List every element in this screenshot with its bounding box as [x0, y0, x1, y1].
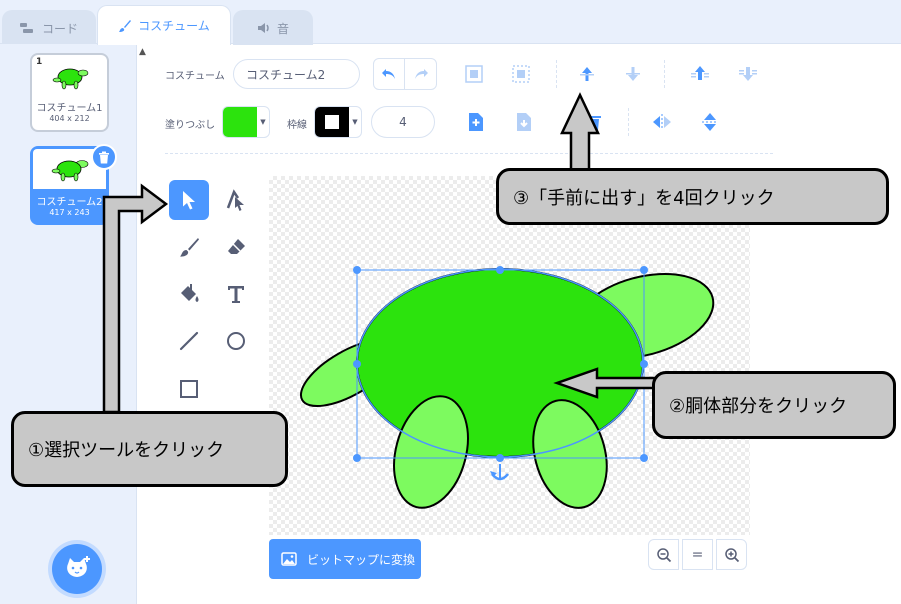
annotation-arrows: [102, 92, 659, 414]
arrow-to-body: [553, 367, 659, 399]
callout-step-3: ③「手前に出す」を4回クリック: [496, 168, 889, 225]
callout-step-1: ①選択ツールをクリック: [11, 411, 288, 487]
arrow-to-select-tool: [102, 183, 169, 414]
tab-costumes[interactable]: コスチューム: [97, 5, 231, 45]
arrow-to-forward-button: [560, 92, 600, 172]
paint-editor-screen: コード コスチューム 音 ▲ 1 コスチューム1 404 x 212 2 コスチ…: [0, 0, 901, 604]
callout-step-2: ②胴体部分をクリック: [652, 371, 896, 439]
brush-icon: [119, 19, 132, 32]
tab-costumes-label: コスチューム: [138, 19, 210, 33]
